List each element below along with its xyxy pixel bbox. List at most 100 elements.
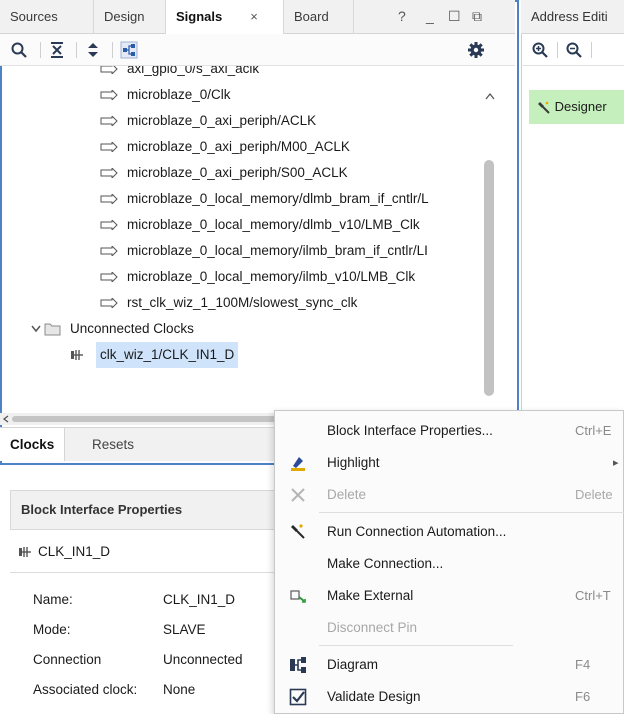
maximize-icon[interactable]: ☐ bbox=[448, 8, 461, 25]
chevron-down-icon[interactable] bbox=[31, 325, 41, 333]
properties-subject-label: CLK_IN1_D bbox=[38, 544, 111, 559]
tab-sources[interactable]: Sources bbox=[0, 0, 94, 33]
properties-subject: CLK_IN1_D bbox=[18, 540, 110, 564]
property-value: None bbox=[163, 682, 196, 697]
signals-toolbar bbox=[0, 34, 515, 66]
tree-row-label: microblaze_0_axi_periph/M00_ACLK bbox=[127, 139, 350, 154]
scroll-up-icon[interactable] bbox=[485, 92, 495, 100]
property-key: Connection bbox=[33, 652, 102, 667]
signals-tab-bar: Sources Design Signals × Board ? _ ☐ ⧉ bbox=[0, 0, 515, 34]
tree-row-label: microblaze_0_local_memory/dlmb_v10/LMB_C… bbox=[127, 217, 420, 232]
signal-arrow-icon bbox=[100, 168, 118, 178]
clock-port-icon bbox=[71, 350, 83, 360]
tree-row-label: clk_wiz_1/CLK_IN1_D bbox=[96, 342, 239, 368]
menu-item-label: Run Connection Automation... bbox=[327, 524, 507, 539]
diagram-icon bbox=[290, 657, 306, 673]
validate-check-icon bbox=[289, 688, 307, 706]
menu-item-shortcut: F6 bbox=[575, 689, 591, 704]
signal-arrow-icon bbox=[100, 116, 118, 126]
menu-item-label: Diagram bbox=[327, 657, 379, 672]
tree-row-label: microblaze_0_local_memory/ilmb_v10/LMB_C… bbox=[127, 269, 416, 284]
menu-item-block-interface-properties[interactable]: Block Interface Properties... Ctrl+E bbox=[275, 416, 624, 446]
tree-row-label: microblaze_0_local_memory/ilmb_bram_if_c… bbox=[127, 243, 428, 258]
property-value: Unconnected bbox=[163, 652, 243, 667]
signals-tree: axi_gpio_0/s_axi_aclk microblaze_0/Clk m… bbox=[0, 66, 481, 413]
delete-icon bbox=[291, 488, 305, 502]
property-key: Mode: bbox=[33, 622, 71, 637]
zoom-out-icon[interactable] bbox=[565, 41, 583, 59]
property-key: Name: bbox=[33, 592, 73, 607]
menu-item-disconnect-pin[interactable]: Disconnect Pin bbox=[275, 613, 624, 643]
menu-item-shortcut: Delete bbox=[575, 487, 613, 502]
group-label: Unconnected Clocks bbox=[70, 321, 194, 336]
connection-automation-icon bbox=[291, 524, 305, 539]
signal-arrow-icon bbox=[100, 298, 118, 308]
menu-item-label: Delete bbox=[327, 487, 367, 502]
tree-row-label: microblaze_0_local_memory/dlmb_bram_if_c… bbox=[127, 191, 429, 206]
tab-design[interactable]: Design bbox=[94, 0, 166, 33]
designer-assistance-banner[interactable]: Designer bbox=[529, 90, 624, 124]
menu-item-label: Validate Design bbox=[327, 689, 421, 704]
tree-row-label: microblaze_0_axi_periph/ACLK bbox=[127, 113, 317, 128]
menu-item-shortcut: Ctrl+E bbox=[575, 423, 612, 438]
vertical-scroll-thumb[interactable] bbox=[484, 160, 494, 396]
menu-item-shortcut: Ctrl+T bbox=[575, 588, 611, 603]
tree-row-label: microblaze_0/Clk bbox=[127, 87, 231, 102]
menu-item-make-external[interactable]: Make External Ctrl+T bbox=[275, 581, 624, 611]
menu-item-highlight[interactable]: Highlight ▸ bbox=[275, 448, 624, 478]
menu-item-label: Block Interface Properties... bbox=[327, 423, 493, 438]
signal-arrow-icon bbox=[100, 66, 118, 74]
tab-address-editor[interactable]: Address Editi bbox=[521, 0, 624, 34]
designer-assistance-icon bbox=[538, 101, 550, 114]
menu-item-delete[interactable]: Delete Delete bbox=[275, 480, 624, 510]
float-icon[interactable]: ⧉ bbox=[472, 8, 482, 25]
property-value: CLK_IN1_D bbox=[163, 592, 236, 607]
gear-icon[interactable] bbox=[467, 41, 485, 59]
menu-item-make-connection[interactable]: Make Connection... bbox=[275, 549, 624, 579]
make-external-icon bbox=[290, 590, 306, 603]
close-icon[interactable]: × bbox=[250, 9, 258, 24]
tab-signals-label: Signals bbox=[176, 9, 223, 24]
zoom-in-icon[interactable] bbox=[531, 41, 549, 59]
signal-arrow-icon bbox=[100, 272, 118, 282]
menu-item-label: Highlight bbox=[327, 455, 380, 470]
minimize-icon[interactable]: _ bbox=[426, 8, 434, 24]
menu-item-label: Disconnect Pin bbox=[327, 620, 418, 635]
tab-resets[interactable]: Resets bbox=[82, 428, 144, 461]
context-menu: Block Interface Properties... Ctrl+E Hig… bbox=[274, 410, 624, 714]
menu-item-label: Make Connection... bbox=[327, 556, 444, 571]
properties-title: Block Interface Properties bbox=[10, 490, 280, 530]
scroll-left-icon[interactable] bbox=[2, 415, 10, 423]
tab-board[interactable]: Board bbox=[284, 0, 354, 33]
signal-arrow-icon bbox=[100, 246, 118, 256]
folder-icon bbox=[44, 323, 61, 336]
clock-port-icon bbox=[19, 547, 31, 558]
property-key: Associated clock: bbox=[33, 682, 138, 697]
menu-separator bbox=[319, 645, 513, 646]
hierarchy-icon[interactable] bbox=[120, 41, 138, 59]
expand-all-icon[interactable] bbox=[84, 41, 102, 59]
menu-item-run-connection-automation[interactable]: Run Connection Automation... bbox=[275, 517, 624, 547]
highlight-icon bbox=[291, 457, 305, 471]
designer-banner-label: Designer bbox=[554, 99, 607, 114]
menu-item-label: Make External bbox=[327, 588, 414, 603]
signal-arrow-icon bbox=[100, 142, 118, 152]
menu-item-validate-design[interactable]: Validate Design F6 bbox=[275, 682, 624, 712]
tab-clocks[interactable]: Clocks bbox=[0, 428, 66, 461]
tree-row-label: axi_gpio_0/s_axi_aclk bbox=[127, 66, 260, 76]
menu-item-shortcut: F4 bbox=[575, 657, 591, 672]
address-editor-toolbar bbox=[521, 34, 624, 66]
menu-item-diagram[interactable]: Diagram F4 bbox=[275, 650, 624, 680]
submenu-arrow-icon: ▸ bbox=[613, 457, 619, 469]
tab-signals[interactable]: Signals × bbox=[166, 0, 284, 34]
address-editor-panel bbox=[521, 0, 624, 465]
help-icon[interactable]: ? bbox=[398, 8, 406, 24]
menu-separator bbox=[319, 512, 624, 513]
tree-row-label: rst_clk_wiz_1_100M/slowest_sync_clk bbox=[127, 295, 358, 310]
tree-row-label: microblaze_0_axi_periph/S00_ACLK bbox=[127, 165, 348, 180]
divider bbox=[10, 572, 280, 573]
signal-arrow-icon bbox=[100, 194, 118, 204]
collapse-all-icon[interactable] bbox=[48, 41, 66, 59]
signal-arrow-icon bbox=[100, 220, 118, 230]
search-icon[interactable] bbox=[10, 41, 28, 59]
